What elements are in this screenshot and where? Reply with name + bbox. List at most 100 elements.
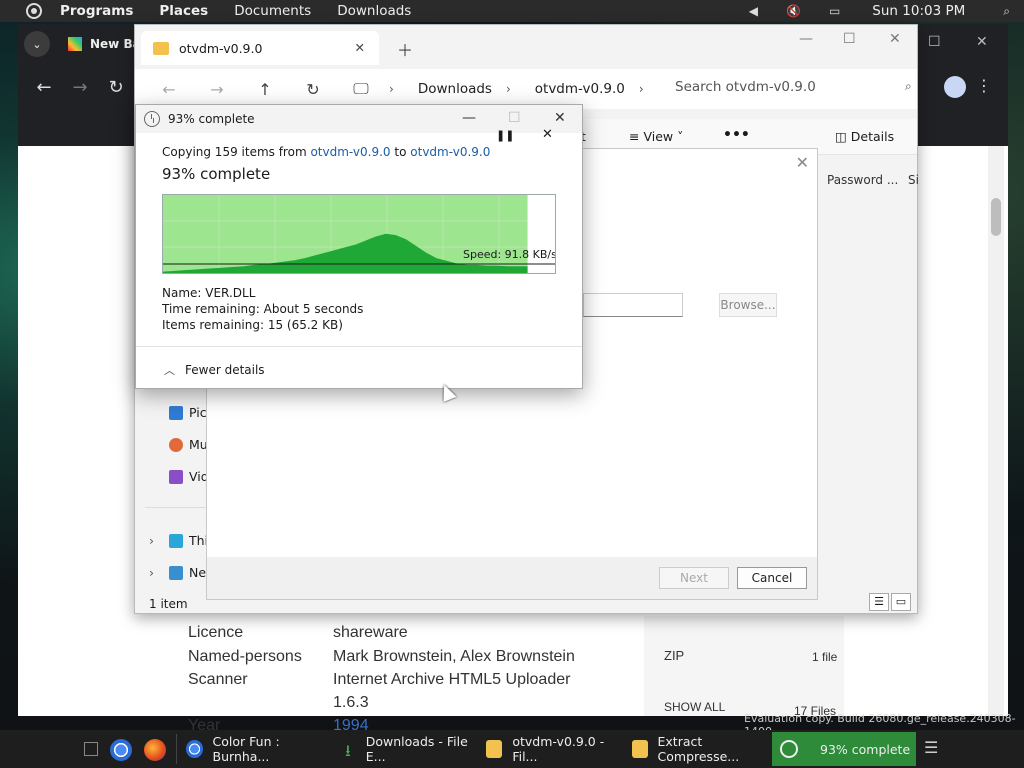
view-toggle: ☰ ▭ — [867, 593, 911, 611]
show-all-link[interactable]: SHOW ALL — [664, 700, 725, 714]
minimize-icon[interactable]: — — [462, 110, 476, 126]
wizard-footer: Next Cancel — [207, 557, 817, 599]
display-icon[interactable]: ▭ — [829, 4, 840, 18]
browse-button[interactable]: Browse... — [719, 293, 777, 317]
chevron-right-icon[interactable]: › — [149, 533, 154, 548]
taskbar-item-label: Extract Compresse... — [657, 734, 740, 764]
music-icon — [169, 437, 183, 452]
nav-item-videos[interactable]: Vid — [169, 469, 209, 484]
page-scrollbar[interactable] — [988, 146, 1004, 716]
scrollbar-thumb[interactable] — [991, 198, 1001, 236]
zip-link[interactable]: ZIP — [664, 648, 684, 663]
chrome-icon[interactable] — [110, 739, 132, 761]
chevron-right-icon[interactable]: › — [149, 565, 154, 580]
more-options-icon[interactable]: ••• — [723, 127, 750, 143]
details-view-icon[interactable]: ☰ — [869, 593, 889, 611]
meta-value-scanner: Internet Archive HTML5 Uploader — [333, 671, 571, 688]
cancel-button[interactable]: Cancel — [737, 567, 807, 589]
new-tab-icon[interactable]: ＋ — [397, 37, 413, 61]
chevron-right-icon[interactable]: › — [506, 82, 511, 96]
nav-item-label: Ne — [189, 565, 207, 580]
tiles-view-icon[interactable]: ▭ — [891, 593, 911, 611]
up-icon[interactable]: ↑ — [251, 80, 279, 99]
close-icon[interactable]: ✕ — [796, 153, 809, 172]
minimize-icon[interactable]: — — [799, 31, 813, 47]
computer-icon[interactable]: 🖵 — [347, 79, 375, 99]
nav-item-this-pc[interactable]: › Thi — [149, 533, 208, 548]
folder-icon — [153, 41, 169, 55]
menu-downloads[interactable]: Downloads — [337, 3, 411, 19]
firefox-icon[interactable] — [144, 739, 166, 761]
meta-value-scanner-version: 1.6.3 — [333, 694, 369, 711]
taskbar-item-label: Downloads - File E... — [365, 734, 468, 764]
close-icon[interactable]: ✕ — [889, 31, 901, 47]
source-link[interactable]: otvdm-v0.9.0 — [310, 145, 390, 159]
search-icon[interactable]: ⌕ — [1003, 4, 1010, 19]
close-icon[interactable]: ✕ — [976, 34, 988, 50]
close-tab-icon[interactable]: ✕ — [355, 40, 365, 55]
forward-icon[interactable]: → — [203, 80, 231, 99]
progress-headline: 93% complete — [162, 165, 271, 183]
maximize-icon[interactable]: ☐ — [843, 31, 856, 47]
apps-logo-icon[interactable] — [26, 3, 42, 19]
column-header-password[interactable]: Password ... — [827, 173, 898, 187]
details-button[interactable]: ◫ Details — [835, 129, 894, 144]
search-input[interactable]: Search otvdm-v0.9.0 — [675, 79, 816, 95]
arrow-left-icon[interactable]: ◀ — [749, 4, 758, 18]
next-button[interactable]: Next — [659, 567, 729, 589]
taskbar-menu-icon[interactable]: ☰ — [924, 738, 938, 757]
browser-menu-icon[interactable]: ⋮ — [976, 76, 992, 95]
folder-icon — [486, 740, 503, 758]
download-options-box: ZIP 1 file SHOW ALL 17 Files — [644, 616, 844, 718]
taskbar-item-explorer[interactable]: otvdm-v0.9.0 - Fil... — [480, 732, 622, 766]
reload-icon[interactable]: ↻ — [106, 77, 126, 98]
folder-icon — [632, 740, 648, 758]
details-label: Details — [850, 129, 895, 144]
fewer-details-button[interactable]: ︿ Fewer details — [164, 362, 265, 378]
computer-icon — [169, 533, 183, 548]
forward-icon[interactable]: → — [70, 77, 90, 98]
nav-item-network[interactable]: › Ne — [149, 565, 207, 580]
chevron-right-icon[interactable]: › — [389, 82, 394, 96]
menu-places[interactable]: Places — [159, 3, 208, 19]
clock-icon — [144, 111, 160, 127]
menu-documents[interactable]: Documents — [234, 3, 311, 19]
taskbar-item-downloads[interactable]: ⭳ Downloads - File E... — [334, 732, 476, 766]
taskbar-separator — [176, 734, 177, 764]
view-button[interactable]: ≡ View ˅ — [629, 129, 683, 144]
close-icon[interactable]: ✕ — [554, 110, 566, 126]
taskbar-item-progress[interactable]: 93% complete — [772, 732, 916, 766]
copy-progress-dialog: 93% complete — ☐ ✕ Copying 159 items fro… — [135, 104, 583, 389]
cancel-copy-icon[interactable]: ✕ — [542, 127, 553, 142]
back-icon[interactable]: ← — [155, 80, 183, 99]
explorer-tab[interactable]: otvdm-v0.9.0 ✕ — [141, 31, 379, 65]
nav-item-music[interactable]: Mu — [169, 437, 208, 452]
taskbar-item-label: Color Fun : Burnha... — [212, 734, 280, 764]
status-item-count: 1 item — [149, 597, 188, 611]
copy-prefix: Copying 159 items from — [162, 145, 307, 159]
column-header-size[interactable]: Si — [908, 173, 919, 187]
destination-field[interactable] — [583, 293, 683, 317]
maximize-icon[interactable]: ☐ — [928, 34, 941, 50]
menu-programs[interactable]: Programs — [60, 3, 133, 19]
destination-link[interactable]: otvdm-v0.9.0 — [410, 145, 490, 159]
tab-search-chevron-icon[interactable]: ⌄ — [24, 31, 50, 57]
volume-muted-icon[interactable]: 🔇 — [786, 4, 801, 18]
profile-avatar[interactable] — [944, 76, 966, 98]
breadcrumb-downloads[interactable]: Downloads — [418, 81, 492, 97]
back-icon[interactable]: ← — [34, 77, 54, 98]
dialog-title: 93% complete — [168, 112, 255, 126]
refresh-icon[interactable]: ↻ — [299, 80, 327, 99]
to-word: to — [394, 145, 407, 159]
breadcrumb-otvdm[interactable]: otvdm-v0.9.0 — [535, 81, 625, 97]
taskbar-item-browser[interactable]: Color Fun : Burnha... — [180, 732, 330, 766]
chevron-right-icon[interactable]: › — [639, 82, 644, 96]
chrome-icon — [186, 740, 203, 758]
taskbar-item-extract[interactable]: Extract Compresse... — [626, 732, 770, 766]
file-name: Name: VER.DLL — [162, 286, 256, 300]
pause-icon[interactable]: ❚❚ — [496, 129, 514, 142]
show-desktop-icon[interactable] — [84, 742, 98, 756]
view-label: View — [643, 129, 674, 144]
clock[interactable]: Sun 10:03 PM — [872, 3, 965, 19]
fewer-details-label: Fewer details — [185, 363, 265, 377]
